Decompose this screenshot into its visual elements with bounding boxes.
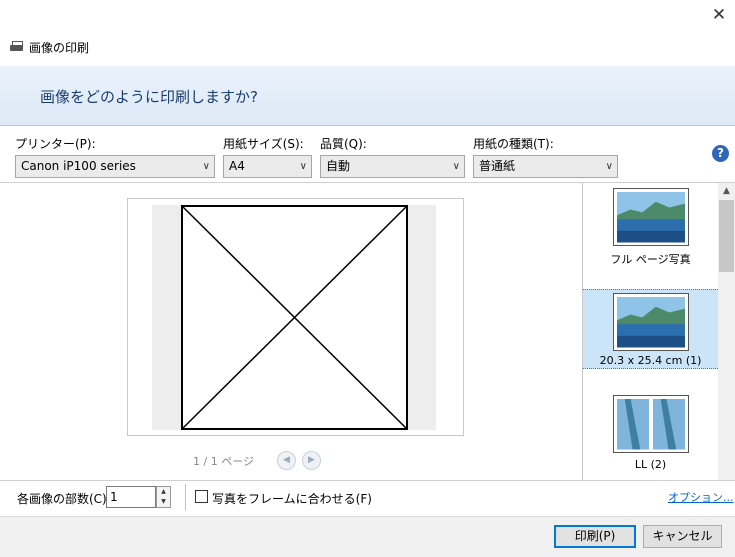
copies-stepper[interactable]: ▲ ▼: [156, 486, 171, 508]
ll-thumbnail: [613, 395, 689, 453]
close-icon[interactable]: ✕: [708, 4, 730, 26]
cancel-button[interactable]: キャンセル: [643, 525, 722, 548]
layout-label: 20.3 x 25.4 cm (1): [599, 354, 702, 367]
stepper-down-icon[interactable]: ▼: [157, 497, 170, 507]
image-placeholder: [181, 205, 408, 430]
chevron-down-icon: ∨: [299, 161, 307, 172]
scrollbar-thumb[interactable]: [719, 200, 734, 272]
placeholder-cross-icon: [183, 207, 406, 428]
printer-icon: [10, 41, 24, 53]
copies-label: 各画像の部数(C):: [17, 492, 111, 506]
copies-input[interactable]: 1: [106, 486, 156, 508]
two-photos-icon: [617, 399, 685, 450]
layout-item-full-page[interactable]: フル ページ写真: [583, 183, 718, 283]
divider: [185, 484, 186, 510]
paper-size-select-value: A4: [229, 159, 245, 173]
printer-select-value: Canon iP100 series: [21, 159, 136, 173]
landscape-photo-icon: [617, 297, 685, 348]
layout-item-ll[interactable]: LL (2): [583, 395, 718, 480]
layout-scrollbar[interactable]: ▲: [718, 183, 735, 480]
printer-label: プリンター(P):: [15, 137, 96, 151]
quality-label: 品質(Q):: [320, 137, 367, 151]
print-button[interactable]: 印刷(P): [554, 525, 636, 548]
20x25-thumbnail: [613, 293, 689, 351]
stepper-up-icon[interactable]: ▲: [157, 487, 170, 497]
quality-select-value: 自動: [326, 159, 351, 173]
paper-type-label: 用紙の種類(T):: [473, 137, 554, 151]
next-page-button[interactable]: ▶: [302, 451, 321, 470]
layout-item-20x25[interactable]: 20.3 x 25.4 cm (1): [583, 289, 718, 369]
scroll-up-icon[interactable]: ▲: [718, 183, 735, 200]
paper-size-select[interactable]: A4 ∨: [223, 155, 312, 178]
divider: [0, 480, 735, 481]
layout-label: LL (2): [634, 458, 667, 471]
chevron-down-icon: ∨: [605, 161, 613, 172]
paper-type-select-value: 普通紙: [479, 159, 516, 173]
paper-type-select[interactable]: 普通紙 ∨: [473, 155, 618, 178]
help-icon[interactable]: ?: [712, 145, 729, 162]
page-heading: 画像をどのように印刷しますか?: [40, 88, 258, 106]
chevron-down-icon: ∨: [452, 161, 460, 172]
printer-select[interactable]: Canon iP100 series ∨: [15, 155, 215, 178]
paper-size-label: 用紙サイズ(S):: [223, 137, 304, 151]
window-title-text: 画像の印刷: [29, 40, 90, 55]
window-title: 画像の印刷: [10, 38, 89, 56]
layout-label: フル ページ写真: [610, 253, 691, 266]
layout-list[interactable]: フル ページ写真 20.3 x 25.4 cm (1) LL (2): [583, 183, 718, 480]
quality-select[interactable]: 自動 ∨: [320, 155, 465, 178]
fit-to-frame-checkbox[interactable]: [195, 490, 208, 503]
page-indicator: 1 / 1 ページ: [193, 455, 254, 468]
landscape-photo-icon: [617, 192, 685, 243]
chevron-down-icon: ∨: [202, 161, 210, 172]
fit-to-frame-label: 写真をフレームに合わせる(F): [212, 492, 372, 506]
full-page-thumbnail: [613, 188, 689, 246]
options-link[interactable]: オプション...: [668, 489, 734, 505]
previous-page-button[interactable]: ◀: [277, 451, 296, 470]
